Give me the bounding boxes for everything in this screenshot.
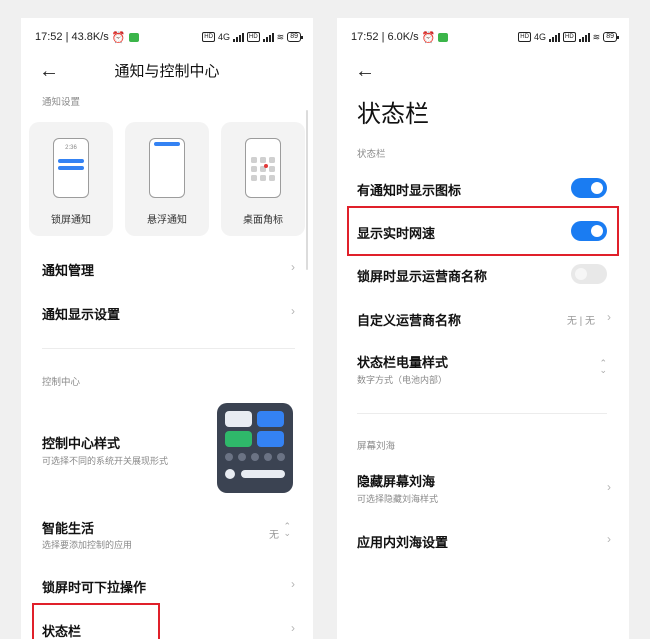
right-phone-screen: 17:52 | 6.0K/s ⏰ HD 4G HD ≋ 89 ← 状态栏 状态栏… xyxy=(337,18,629,639)
back-arrow-icon[interactable]: ← xyxy=(355,60,375,83)
row-title: 状态栏 xyxy=(42,624,82,639)
smart-life-row[interactable]: 智能生活 选择要添加控制的应用 无 ⌃ ⌄ xyxy=(21,508,313,556)
page-title: 通知与控制中心 xyxy=(114,63,220,80)
chevron-right-icon: › xyxy=(607,310,611,324)
divider xyxy=(357,413,607,414)
left-phone-screen: 17:52 | 43.8K/s ⏰ HD 4G HD ≋ 89 ← 通知与控制中… xyxy=(21,18,313,639)
page-title: 状态栏 xyxy=(357,101,429,128)
wechat-icon xyxy=(128,32,139,42)
battery-style-row[interactable]: 状态栏电量样式 数字方式（电池内部） ⌃ ⌄ xyxy=(337,346,629,390)
row-value: 无 xyxy=(269,530,279,541)
battery-level: 89 xyxy=(290,33,298,40)
row-title: 应用内刘海设置 xyxy=(357,535,449,550)
phone-preview-icon xyxy=(245,138,281,198)
row-title: 有通知时显示图标 xyxy=(357,183,462,198)
chevron-right-icon: › xyxy=(291,621,295,635)
row-subtitle: 可选择不同的系统开关展现形式 xyxy=(42,456,169,466)
row-title: 智能生活 xyxy=(42,521,95,536)
updown-arrow-icon: ⌃ ⌄ xyxy=(283,521,291,538)
chevron-right-icon: › xyxy=(291,577,295,591)
notif-bar-icon xyxy=(58,166,84,170)
status-time-speed: 17:52 | 43.8K/s xyxy=(35,31,109,43)
section-label-notif: 通知设置 xyxy=(42,97,81,108)
signal-icon xyxy=(232,32,244,42)
signal-icon xyxy=(548,32,560,42)
network-type: 4G xyxy=(217,32,230,42)
floating-notif-card[interactable]: 悬浮通知 xyxy=(125,122,209,236)
alarm-icon: ⏰ xyxy=(421,31,436,44)
signal-icon-2 xyxy=(262,32,274,42)
wechat-icon xyxy=(438,32,449,42)
hd-icon: HD xyxy=(518,32,531,42)
chevron-right-icon: › xyxy=(291,304,295,318)
section-label-cc: 控制中心 xyxy=(42,377,81,388)
carrier-lock-toggle[interactable] xyxy=(571,264,607,284)
card-label: 锁屏通知 xyxy=(51,215,91,226)
hide-notch-row[interactable]: 隐藏屏幕刘海 可选择隐藏刘海样式 › xyxy=(337,465,629,509)
phone-preview-icon xyxy=(149,138,185,198)
row-title: 隐藏屏幕刘海 xyxy=(357,474,436,489)
battery-level: 89 xyxy=(606,33,614,40)
status-bar-row[interactable]: 状态栏 › xyxy=(21,612,313,639)
badge-notif-card[interactable]: 桌面角标 xyxy=(221,122,305,236)
wifi-icon: ≋ xyxy=(276,31,285,42)
row-subtitle: 可选择隐藏刘海样式 xyxy=(357,494,439,504)
hd-icon: HD xyxy=(202,32,215,42)
row-title: 控制中心样式 xyxy=(42,436,121,451)
alarm-icon: ⏰ xyxy=(111,31,126,44)
notif-manage-row[interactable]: 通知管理 › xyxy=(21,250,313,286)
row-title: 通知管理 xyxy=(42,263,95,278)
divider xyxy=(42,348,295,349)
row-subtitle: 数字方式（电池内部） xyxy=(357,375,448,385)
app-grid-icon xyxy=(251,157,275,181)
custom-carrier-row[interactable]: 自定义运营商名称 无 | 无 › xyxy=(337,301,629,335)
notif-display-row[interactable]: 通知显示设置 › xyxy=(21,294,313,330)
hd-icon-2: HD xyxy=(246,32,260,42)
network-type: 4G xyxy=(533,32,546,42)
battery-icon: 89 xyxy=(603,32,619,42)
status-bar: 17:52 | 6.0K/s ⏰ HD 4G HD ≋ 89 xyxy=(351,28,619,46)
row-title: 显示实时网速 xyxy=(357,226,436,241)
card-label: 悬浮通知 xyxy=(147,215,187,226)
net-speed-toggle[interactable] xyxy=(571,221,607,241)
row-subtitle: 选择要添加控制的应用 xyxy=(42,540,133,550)
status-time-speed: 17:52 | 6.0K/s xyxy=(351,31,419,43)
signal-icon-2 xyxy=(578,32,590,42)
app-notch-row[interactable]: 应用内刘海设置 › xyxy=(337,523,629,557)
card-label: 桌面角标 xyxy=(243,215,283,226)
row-title: 状态栏电量样式 xyxy=(357,355,449,370)
chevron-right-icon: › xyxy=(291,260,295,274)
scrollbar[interactable] xyxy=(306,110,308,270)
net-speed-row[interactable]: 显示实时网速 xyxy=(337,214,629,248)
battery-icon: 89 xyxy=(287,32,303,42)
section-label-notch: 屏幕刘海 xyxy=(357,441,396,452)
row-title: 锁屏时显示运营商名称 xyxy=(357,269,488,284)
carrier-lock-row[interactable]: 锁屏时显示运营商名称 xyxy=(337,257,629,291)
preview-time: 2:36 xyxy=(65,145,77,151)
show-icon-toggle[interactable] xyxy=(571,178,607,198)
row-title: 通知显示设置 xyxy=(42,307,121,322)
lock-pull-row[interactable]: 锁屏时可下拉操作 › xyxy=(21,568,313,602)
notif-bar-icon xyxy=(58,159,84,163)
status-bar: 17:52 | 43.8K/s ⏰ HD 4G HD ≋ 89 xyxy=(35,28,303,46)
show-icon-row[interactable]: 有通知时显示图标 xyxy=(337,171,629,205)
lockscreen-notif-card[interactable]: 2:36 锁屏通知 xyxy=(29,122,113,236)
phone-preview-icon: 2:36 xyxy=(53,138,89,198)
section-label-status: 状态栏 xyxy=(357,149,386,160)
notif-bar-icon xyxy=(154,142,180,146)
row-title: 自定义运营商名称 xyxy=(357,313,462,328)
chevron-right-icon: › xyxy=(607,480,611,494)
wifi-icon: ≋ xyxy=(592,31,601,42)
chevron-right-icon: › xyxy=(607,532,611,546)
row-value: 无 | 无 xyxy=(566,316,595,327)
hd-icon-2: HD xyxy=(562,32,576,42)
control-center-preview-icon xyxy=(217,403,293,493)
updown-arrow-icon: ⌃ ⌄ xyxy=(599,358,607,375)
row-title: 锁屏时可下拉操作 xyxy=(42,580,147,595)
